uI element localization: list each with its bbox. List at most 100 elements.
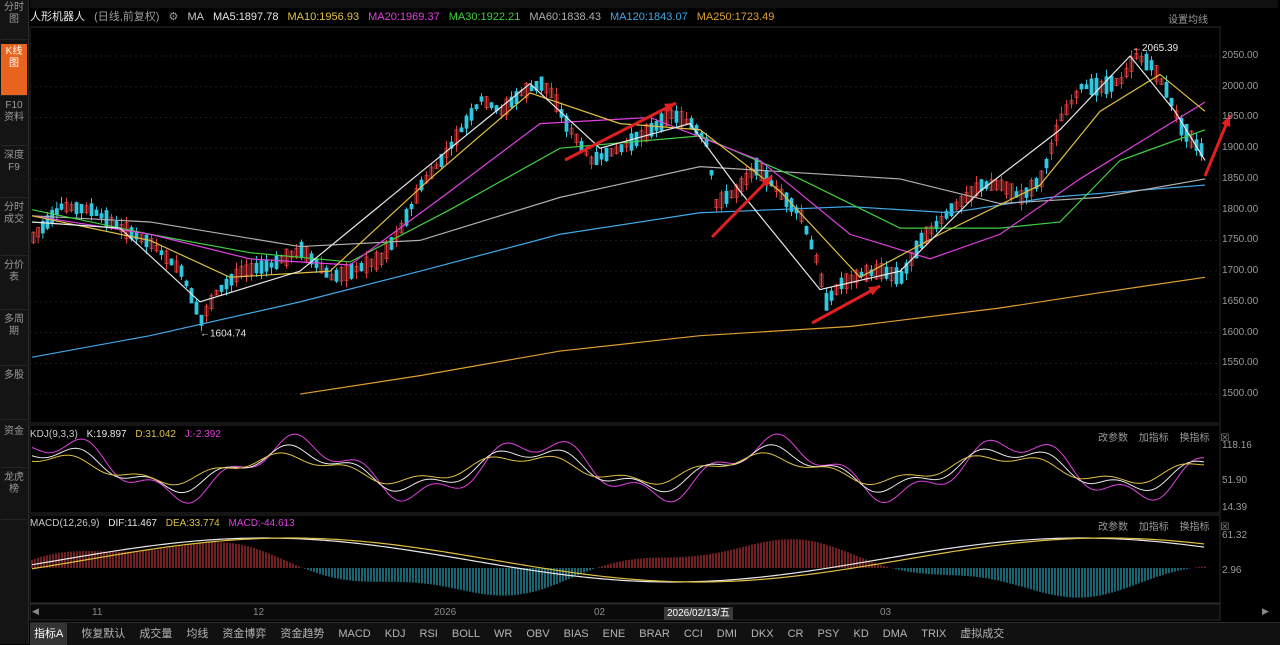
candle-body	[219, 284, 224, 292]
candle-body	[144, 234, 149, 248]
macd-dif: DIF:11.467	[108, 518, 157, 529]
kdj-switch-indicator-button[interactable]: 换指标	[1180, 433, 1210, 444]
candle-body	[824, 293, 829, 311]
candle-body	[674, 110, 679, 123]
bottom-tab-9[interactable]: BOLL	[452, 623, 480, 645]
bottom-tab-4[interactable]: 资金博弈	[222, 623, 266, 645]
candle-body	[229, 273, 234, 286]
price-tick: 1550.00	[1222, 357, 1259, 369]
candle-body	[619, 144, 624, 153]
bottom-tab-0[interactable]: 指标A	[30, 623, 68, 645]
candle-body	[179, 265, 184, 277]
kdj-k: K:19.897	[86, 429, 127, 440]
candle-body	[99, 213, 104, 219]
candle-body	[259, 260, 264, 274]
candle-body	[829, 290, 834, 301]
chart-canvas[interactable]: ←2065.39 ←1604.74	[0, 0, 1280, 644]
price-tick: 1900.00	[1222, 142, 1259, 154]
scroll-left-icon[interactable]: ◀	[32, 606, 39, 617]
candle-body	[1084, 84, 1089, 90]
bottom-tab-17[interactable]: DKX	[751, 623, 774, 645]
candle-body	[89, 203, 94, 216]
candle-body	[599, 153, 604, 160]
candle-body	[709, 170, 714, 176]
kdj-edit-params-button[interactable]: 改参数	[1098, 433, 1128, 444]
macd-add-indicator-button[interactable]: 加指标	[1139, 522, 1169, 533]
low-marker: ←1604.74	[200, 329, 247, 340]
bottom-tab-1[interactable]: 恢复默认	[81, 623, 125, 645]
price-tick: 1750.00	[1222, 234, 1259, 246]
ma30-line	[31, 129, 1206, 263]
candle-body	[359, 262, 364, 272]
bottom-tab-2[interactable]: 成交量	[139, 623, 172, 645]
candle-body	[899, 270, 904, 284]
price-tick: 1800.00	[1222, 203, 1259, 215]
scroll-right-icon[interactable]: ▶	[1262, 606, 1269, 617]
macd-buttons: 改参数 加指标 换指标 ☒	[1090, 518, 1229, 533]
macd-tick-top: 61.32	[1222, 530, 1248, 541]
candle-body	[334, 269, 339, 282]
candle-body	[1149, 60, 1154, 71]
bottom-tab-13[interactable]: ENE	[603, 623, 626, 645]
kdj-add-indicator-button[interactable]: 加指标	[1139, 433, 1169, 444]
bottom-tab-16[interactable]: DMI	[717, 623, 737, 645]
candle-body	[809, 239, 814, 250]
ma250-line	[299, 276, 1206, 395]
macd-switch-indicator-button[interactable]: 换指标	[1180, 522, 1210, 533]
ma60-line	[31, 166, 1206, 248]
candle-body	[539, 76, 544, 91]
candle-body	[464, 115, 469, 129]
kdj-j-line	[31, 433, 1205, 504]
price-tick: 1950.00	[1222, 111, 1259, 123]
macd-edit-params-button[interactable]: 改参数	[1098, 522, 1128, 533]
price-tick: 2050.00	[1222, 50, 1259, 61]
kdj-tick-mid: 51.90	[1222, 475, 1248, 486]
candle-body	[1079, 84, 1084, 90]
bottom-tab-6[interactable]: MACD	[338, 623, 370, 645]
macd-dea: DEA:33.774	[165, 518, 220, 529]
kdj-buttons: 改参数 加指标 换指标 ☒	[1090, 429, 1229, 444]
bottom-tab-11[interactable]: OBV	[526, 623, 549, 645]
ma20-line	[31, 101, 1206, 266]
bottom-tab-22[interactable]: TRIX	[921, 623, 946, 645]
kdj-d: D:31.042	[135, 429, 176, 440]
candle-body	[469, 108, 474, 121]
bottom-tab-15[interactable]: CCI	[684, 623, 703, 645]
bottom-tab-5[interactable]: 资金趋势	[280, 623, 324, 645]
bottom-tab-21[interactable]: DMA	[883, 623, 907, 645]
bottom-tab-19[interactable]: PSY	[817, 623, 839, 645]
candle-body	[184, 280, 189, 287]
candle-body	[169, 258, 174, 266]
price-tick: 2000.00	[1222, 80, 1259, 92]
candle-body	[324, 267, 329, 278]
bottom-tab-10[interactable]: WR	[494, 623, 512, 645]
x-label-11: 11	[92, 607, 103, 618]
candle-body	[269, 262, 274, 268]
candle-body	[949, 203, 954, 217]
price-tick: 1850.00	[1222, 172, 1259, 184]
candle-body	[79, 204, 84, 214]
kdj-tick-low: 14.39	[1222, 502, 1248, 513]
bottom-tab-14[interactable]: BRAR	[639, 623, 670, 645]
macd-header: MACD(12,26,9) DIF:11.467 DEA:33.774 MACD…	[30, 517, 301, 531]
candle-body	[479, 96, 484, 102]
macd-tick-mid: 2.96	[1222, 565, 1242, 576]
candle-body	[224, 278, 229, 290]
candle-body	[724, 190, 729, 204]
macd-label: MACD(12,26,9)	[30, 518, 100, 529]
candle-body	[594, 151, 599, 165]
bottom-tab-18[interactable]: CR	[788, 623, 804, 645]
candle-body	[884, 266, 889, 279]
bottom-tab-20[interactable]: KD	[853, 623, 868, 645]
bottom-tab-8[interactable]: RSI	[420, 623, 438, 645]
price-tick: 1500.00	[1222, 388, 1259, 400]
bottom-tab-3[interactable]: 均线	[186, 623, 208, 645]
bottom-tab-23[interactable]: 虚拟成交	[960, 623, 1004, 645]
candle-body	[839, 277, 844, 290]
candle-body	[194, 301, 199, 315]
bottom-tab-7[interactable]: KDJ	[385, 623, 406, 645]
bottom-tab-12[interactable]: BIAS	[564, 623, 589, 645]
ma10-line	[31, 73, 1206, 279]
ma5-line	[31, 55, 1206, 303]
price-tick: 1700.00	[1222, 265, 1259, 277]
